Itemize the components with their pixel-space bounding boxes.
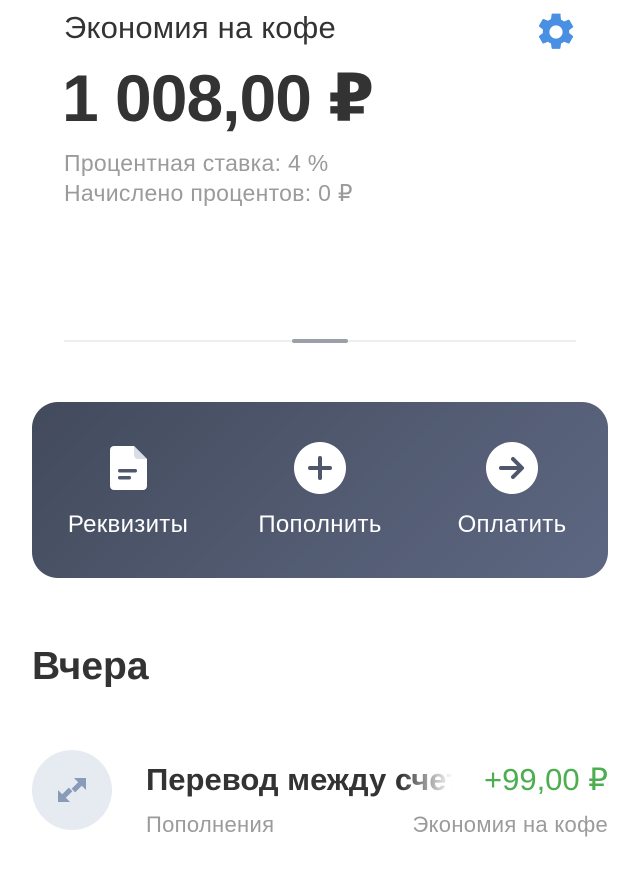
details-label: Реквизиты xyxy=(67,511,189,538)
top-up-label: Пополнить xyxy=(258,511,382,538)
account-title: Экономия на кофе xyxy=(64,10,336,45)
page-indicator[interactable] xyxy=(292,339,348,343)
actions-card: Реквизиты Пополнить Оплатить xyxy=(32,402,608,578)
section-title: Вчера xyxy=(32,645,149,688)
details-button[interactable]: Реквизиты xyxy=(32,402,224,578)
account-balance: 1 008,00 ₽ xyxy=(62,61,374,135)
document-icon xyxy=(102,442,154,494)
transaction-account: Экономия на кофе xyxy=(412,812,608,837)
transaction-amount: +99,00 ₽ xyxy=(483,762,608,797)
pay-label: Оплатить xyxy=(457,511,567,538)
transfer-arrows-icon xyxy=(32,750,112,830)
transaction-category: Пополнения xyxy=(146,812,275,837)
interest-rate-text: Процентная ставка: 4 % xyxy=(64,150,329,176)
arrow-right-circle-icon xyxy=(486,442,538,494)
settings-button[interactable] xyxy=(532,8,580,56)
pay-button[interactable]: Оплатить xyxy=(416,402,608,578)
transaction-row[interactable]: Перевод между счетами +99,00 ₽ Пополнени… xyxy=(0,740,640,850)
gear-icon xyxy=(538,13,574,49)
top-up-button[interactable]: Пополнить xyxy=(224,402,416,578)
title-fade xyxy=(400,758,462,802)
plus-circle-icon xyxy=(294,442,346,494)
account-screen: Экономия на кофе 1 008,00 ₽ Процентная с… xyxy=(0,0,640,870)
interest-accrued-text: Начислено процентов: 0 ₽ xyxy=(64,180,353,206)
